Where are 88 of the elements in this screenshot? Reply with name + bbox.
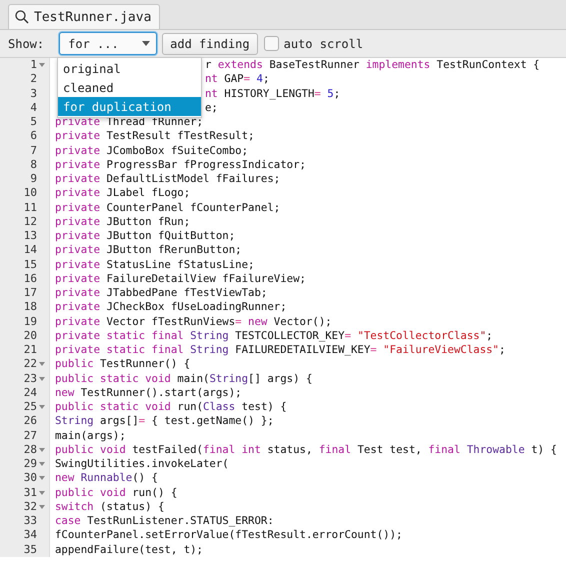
line-number: 8 bbox=[30, 158, 37, 172]
code-line: public TestRunner() { bbox=[55, 357, 190, 372]
line-number: 26 bbox=[24, 414, 37, 428]
code-line: switch (status) { bbox=[55, 500, 164, 514]
code-line: private FailureDetailView fFailureView; bbox=[55, 272, 306, 286]
code-line: r extends BaseTestRunner implements TestRunContext { bbox=[205, 58, 540, 72]
line-number: 24 bbox=[24, 386, 37, 400]
fold-icon[interactable] bbox=[39, 63, 45, 68]
code-line: SwingUtilities.invokeLater( bbox=[55, 457, 229, 472]
code-line: public void run() { bbox=[55, 486, 178, 500]
line-number: 19 bbox=[24, 314, 37, 329]
line-number: 15 bbox=[24, 258, 37, 272]
fold-icon[interactable] bbox=[39, 490, 45, 495]
line-number: 7 bbox=[30, 144, 37, 158]
line-number: 30 bbox=[24, 471, 37, 486]
code-line: case TestRunListener.STATUS_ERROR: bbox=[55, 514, 274, 528]
line-number: 10 bbox=[24, 186, 37, 200]
menu-option[interactable]: original bbox=[58, 59, 201, 78]
code-line: fCounterPanel.setErrorValue(fTestResult.errorCount()); bbox=[55, 528, 402, 542]
code-line: private JButton fRun; bbox=[55, 214, 190, 229]
code-line: private CounterPanel fCounterPanel; bbox=[55, 200, 280, 215]
code-line: appendFailure(test, t); bbox=[55, 542, 203, 557]
code-line: e; bbox=[205, 100, 218, 115]
fold-icon[interactable] bbox=[39, 376, 45, 381]
search-icon bbox=[15, 10, 29, 24]
code-line: private JLabel fLogo; bbox=[55, 186, 190, 200]
line-number: 31 bbox=[24, 486, 37, 500]
line-number: 35 bbox=[24, 542, 37, 557]
line-number: 23 bbox=[24, 372, 37, 386]
fold-icon[interactable] bbox=[39, 462, 45, 466]
line-number: 18 bbox=[24, 300, 37, 314]
code-line: private JButton fRerunButton; bbox=[55, 243, 242, 258]
code-line: private Vector fTestRunViews= new Vector(); bbox=[55, 314, 332, 329]
code-line: private JCheckBox fUseLoadingRunner; bbox=[55, 300, 287, 314]
line-number: 29 bbox=[24, 457, 37, 472]
line-number: 12 bbox=[24, 214, 37, 229]
add-finding-button[interactable]: add finding bbox=[162, 32, 258, 54]
fold-icon[interactable] bbox=[39, 476, 45, 480]
show-label: Show: bbox=[8, 36, 44, 50]
fold-icon[interactable] bbox=[39, 405, 45, 410]
line-number: 27 bbox=[24, 428, 37, 443]
line-number: 32 bbox=[24, 500, 37, 514]
line-number: 1 bbox=[30, 58, 37, 72]
code-line: private JComboBox fSuiteCombo; bbox=[55, 144, 248, 158]
line-number: 6 bbox=[30, 129, 37, 144]
dropdown-arrow-icon bbox=[142, 41, 150, 46]
fold-icon[interactable] bbox=[39, 504, 45, 509]
fold-icon[interactable] bbox=[39, 362, 45, 366]
line-number: 11 bbox=[24, 200, 37, 215]
code-line: private StatusLine fStatusLine; bbox=[55, 258, 254, 272]
line-number: 17 bbox=[24, 286, 37, 300]
auto-scroll-checkbox[interactable] bbox=[264, 36, 279, 51]
line-number: 16 bbox=[24, 272, 37, 286]
line-number: 34 bbox=[24, 528, 37, 542]
line-number: 14 bbox=[24, 243, 37, 258]
code-line: public void testFailed(final int status, final Test test, final Throwable t) { bbox=[55, 442, 557, 457]
line-number: 13 bbox=[24, 229, 37, 244]
line-number: 28 bbox=[24, 442, 37, 457]
code-line: public static void main(String[] args) { bbox=[55, 372, 312, 386]
code-line: new TestRunner().start(args); bbox=[55, 386, 242, 400]
line-number: 21 bbox=[24, 343, 37, 358]
line-number: 2 bbox=[30, 72, 37, 86]
file-tab[interactable]: TestRunner.java bbox=[8, 4, 160, 29]
line-number: 5 bbox=[30, 115, 37, 130]
line-number: 20 bbox=[24, 328, 37, 343]
code-line: public static void run(Class test) { bbox=[55, 400, 287, 414]
code-line: private TestResult fTestResult; bbox=[55, 129, 254, 144]
code-line: nt GAP= 4; bbox=[205, 72, 270, 86]
line-number: 4 bbox=[30, 100, 37, 115]
code-line: nt HISTORY_LENGTH= 5; bbox=[205, 86, 340, 101]
code-line: private DefaultListModel fFailures; bbox=[55, 172, 280, 186]
line-number: 25 bbox=[24, 400, 37, 414]
code-line: main(args); bbox=[55, 428, 126, 443]
code-line: String args[]= { test.getName() }; bbox=[55, 414, 274, 428]
fold-icon[interactable] bbox=[39, 448, 45, 452]
line-number: 3 bbox=[30, 86, 37, 101]
code-line: private JButton fQuitButton; bbox=[55, 229, 236, 244]
view-dropdown[interactable]: for ... bbox=[59, 32, 158, 55]
code-line: private ProgressBar fProgressIndicator; bbox=[55, 158, 306, 172]
line-number: 9 bbox=[30, 172, 37, 186]
line-number: 22 bbox=[24, 357, 37, 372]
auto-scroll-label: auto scroll bbox=[284, 36, 364, 50]
code-line: private static final String TESTCOLLECTOR_KEY= "TestCollectorClass"; bbox=[55, 328, 493, 343]
code-line: private JTabbedPane fTestViewTab; bbox=[55, 286, 268, 300]
code-line: private static final String FAILUREDETAILVIEW_KEY= "FailureViewClass"; bbox=[55, 343, 506, 358]
menu-option[interactable]: cleaned bbox=[58, 78, 201, 97]
line-number: 33 bbox=[24, 514, 37, 528]
code-line: new Runnable() { bbox=[55, 471, 158, 486]
